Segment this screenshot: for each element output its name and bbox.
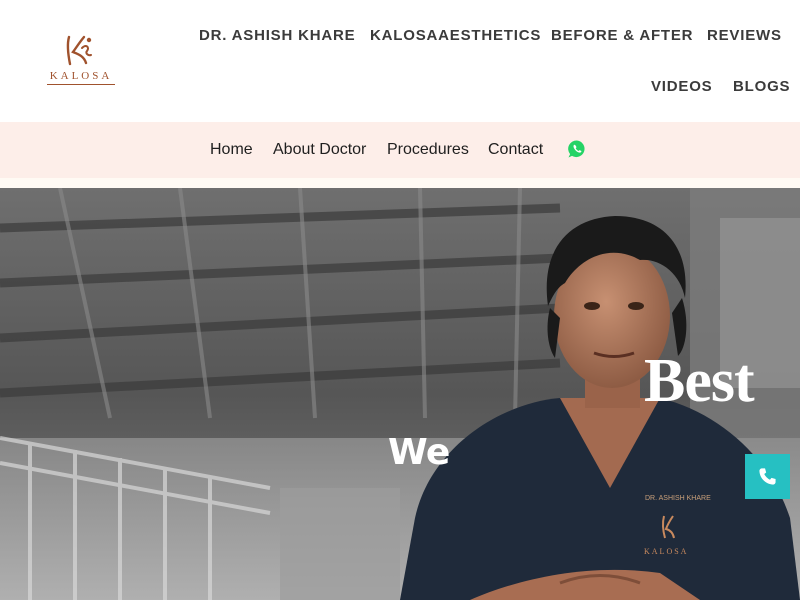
secondary-nav: Home About Doctor Procedures Contact [0,122,800,178]
phone-icon [759,468,776,485]
hero-word-best: Best [644,347,755,415]
nav-blogs[interactable]: BLOGS [733,78,790,95]
subnav-contact[interactable]: Contact [488,141,543,159]
scrubs-embroidery-name: DR. ASHISH KHARE [645,495,711,502]
nav-dr-ashish-khare[interactable]: DR. ASHISH KHARE [199,27,355,44]
logo-text: KALOSA [49,70,113,82]
logo-underline [47,84,115,85]
nav-kalosaaesthetics[interactable]: KALOSAAESTHETICS [370,27,541,44]
site-header: KALOSA DR. ASHISH KHARE KALOSAAESTHETICS… [0,0,800,122]
hero-word-we: We [388,432,450,473]
nav-before-after[interactable]: BEFORE & AFTER [551,27,693,44]
whatsapp-icon[interactable] [567,139,587,159]
nav-videos[interactable]: VIDEOS [651,78,712,95]
subnav-about-doctor[interactable]: About Doctor [273,141,366,159]
scrubs-embroidery-logo: KALOSA [644,547,688,556]
kalosa-logo[interactable]: KALOSA [44,34,118,88]
call-button[interactable] [745,454,790,499]
kalosa-logo-icon [66,35,92,66]
section-divider [0,178,800,188]
nav-reviews[interactable]: REVIEWS [707,27,782,44]
hero-banner: DR. ASHISH KHARE KALOSA We Best [0,188,800,600]
subnav-procedures[interactable]: Procedures [387,141,469,159]
subnav-home[interactable]: Home [210,141,253,159]
